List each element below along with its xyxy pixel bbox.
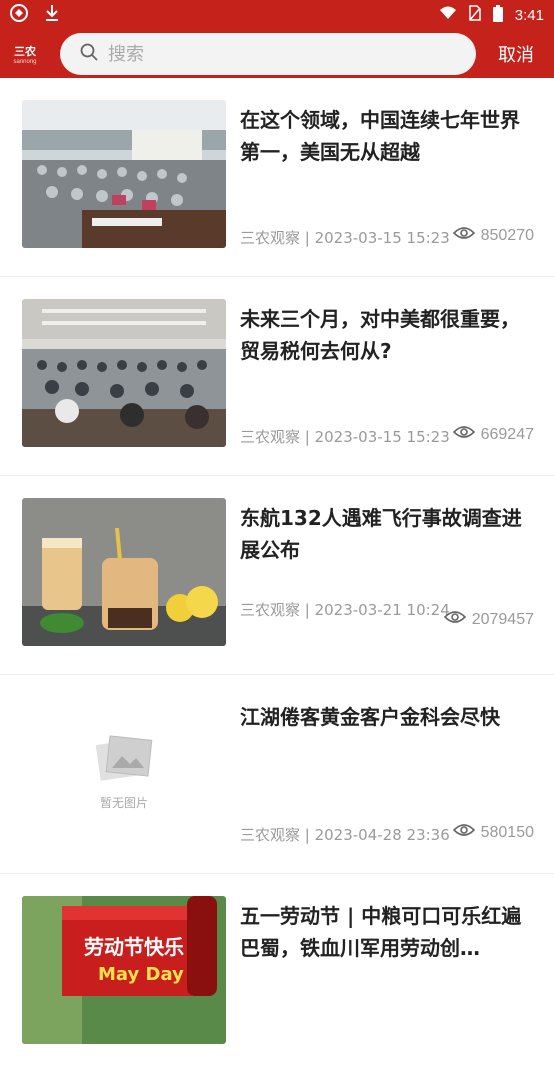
- wifi-icon: [439, 6, 457, 24]
- search-box[interactable]: [60, 33, 476, 75]
- no-image-placeholder: 暂无图片: [22, 697, 226, 845]
- article-item[interactable]: 劳动节快乐 May Day 五一劳动节 | 中粮可口可乐红遍巴蜀，铁血川军用劳动…: [0, 874, 554, 1073]
- article-thumbnail: [22, 498, 226, 646]
- article-title: 五一劳动节 | 中粮可口可乐红遍巴蜀，铁血川军用劳动创…: [240, 904, 522, 960]
- eye-icon: [452, 226, 475, 245]
- search-header: 三农 sannong 取消: [0, 30, 554, 78]
- article-item[interactable]: 东航132人遇难飞行事故调查进展公布 三农观察 | 2023-03-21 10:…: [0, 476, 554, 675]
- article-meta: 三农观察 | 2023-03-21 10:24: [240, 601, 450, 619]
- article-title: 江湖倦客黄金客户金科会尽快: [240, 705, 500, 729]
- cancel-button[interactable]: 取消: [498, 41, 534, 67]
- article-thumbnail: [22, 299, 226, 447]
- eye-icon: [443, 610, 466, 629]
- app-logo: 三农 sannong: [13, 46, 37, 65]
- image-placeholder-icon: [95, 734, 153, 781]
- banner-text-2: May Day: [98, 964, 184, 985]
- search-input[interactable]: [106, 42, 456, 66]
- eye-icon: [452, 425, 475, 444]
- article-meta: 三农观察 | 2023-04-28 23:36: [240, 826, 450, 844]
- article-meta: 三农观察 | 2023-03-15 15:23: [240, 229, 450, 247]
- view-count: 580150: [480, 823, 534, 841]
- article-item[interactable]: 未来三个月，对中美都很重要， 贸易税何去何从? 三农观察 | 2023-03-1…: [0, 277, 554, 476]
- article-views: 850270: [452, 226, 534, 245]
- search-icon: [80, 43, 98, 65]
- view-count: 669247: [480, 425, 534, 443]
- clock-time: 3:41: [514, 6, 544, 24]
- article-views: 580150: [452, 823, 534, 842]
- app-notification-icon: [10, 4, 28, 26]
- article-title: 在这个领域，中国连续七年世界第一，美国无从超越: [240, 108, 520, 164]
- article-title: 东航132人遇难飞行事故调查进展公布: [240, 506, 522, 562]
- article-meta: 三农观察 | 2023-03-15 15:23: [240, 428, 450, 446]
- article-thumbnail: [22, 100, 226, 248]
- eye-icon: [452, 823, 475, 842]
- article-item[interactable]: 在这个领域，中国连续七年世界第一，美国无从超越 三农观察 | 2023-03-1…: [0, 78, 554, 277]
- no-image-text: 暂无图片: [99, 795, 148, 810]
- banner-text-1: 劳动节快乐: [84, 935, 184, 959]
- article-thumbnail: 劳动节快乐 May Day: [22, 896, 226, 1044]
- battery-icon: [492, 4, 503, 26]
- article-item[interactable]: 暂无图片 江湖倦客黄金客户金科会尽快 三农观察 | 2023-04-28 23:…: [0, 675, 554, 874]
- article-title: 未来三个月，对中美都很重要， 贸易税何去何从?: [240, 307, 520, 363]
- no-sim-icon: [469, 5, 481, 25]
- view-count: 850270: [480, 226, 534, 244]
- article-views: 2079457: [443, 610, 534, 629]
- status-bar: 3:41: [0, 0, 554, 30]
- view-count: 2079457: [471, 610, 534, 628]
- article-list: 在这个领域，中国连续七年世界第一，美国无从超越 三农观察 | 2023-03-1…: [0, 78, 554, 1073]
- download-icon: [44, 4, 60, 26]
- article-views: 669247: [452, 425, 534, 444]
